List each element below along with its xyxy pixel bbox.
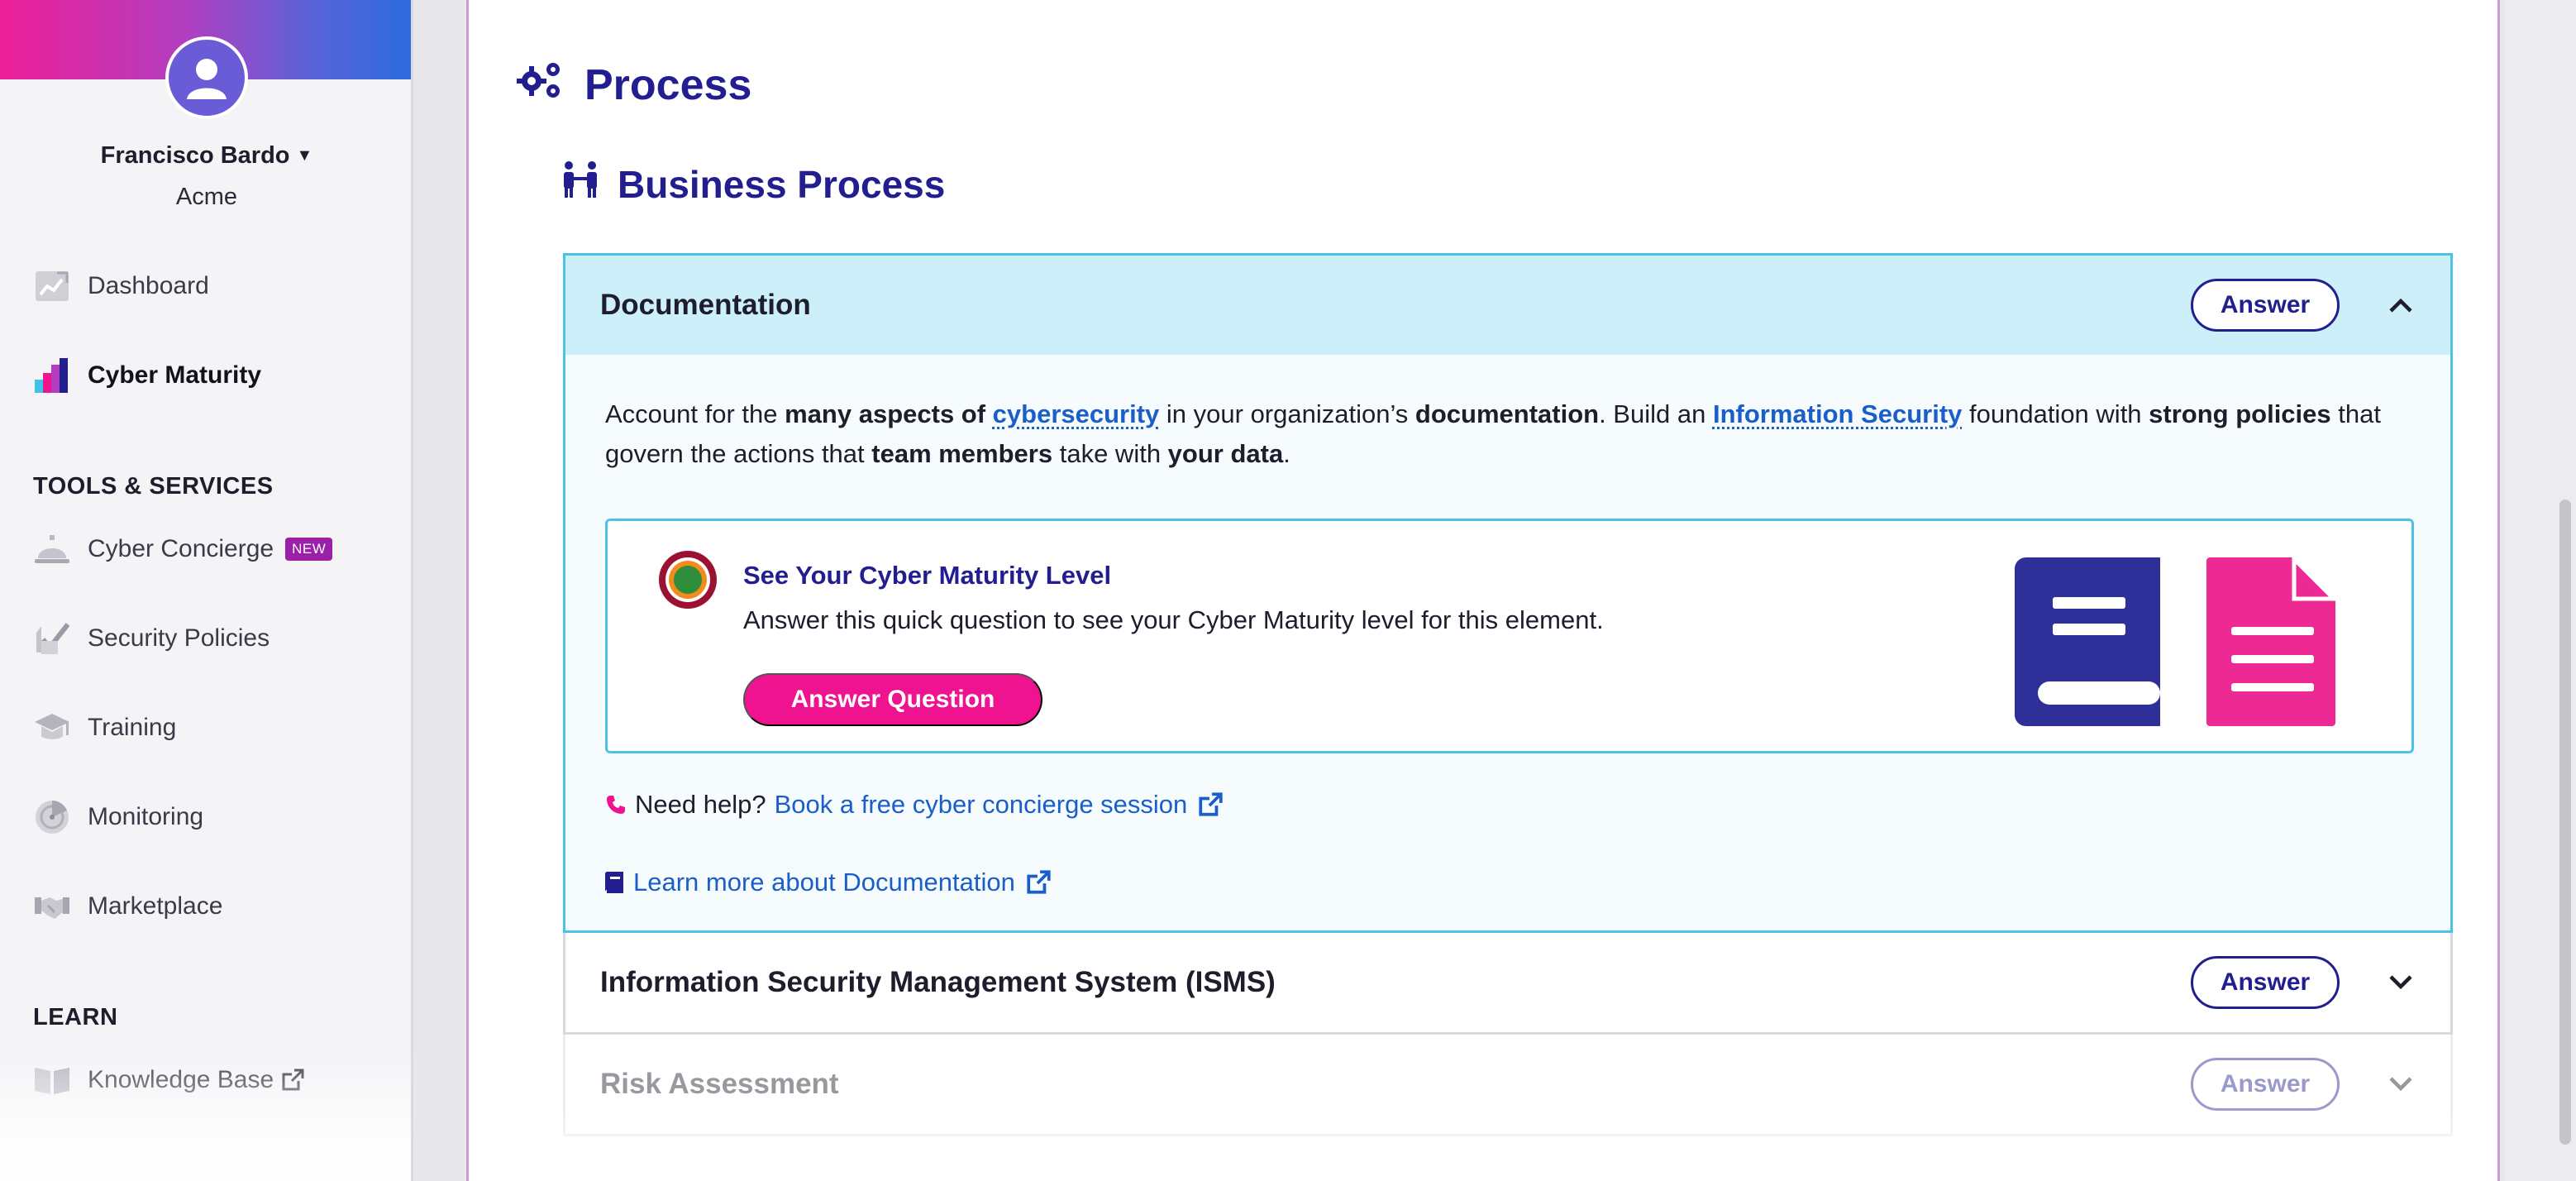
handshake-icon [33, 887, 71, 925]
nav-item-cyber-concierge[interactable]: Cyber Concierge NEW [33, 524, 333, 574]
desc-text: . [1283, 439, 1290, 468]
accordion-title: Risk Assessment [600, 1068, 839, 1100]
external-link-icon [280, 1068, 305, 1093]
caret-down-icon: ▼ [296, 146, 313, 165]
chevron-down-icon[interactable] [2384, 1068, 2417, 1101]
user-menu[interactable]: Francisco Bardo ▼ [0, 142, 411, 170]
desc-text: foundation with [1962, 399, 2149, 428]
nav-label-knowledge-base: Knowledge Base [88, 1066, 274, 1093]
gears-icon [517, 60, 563, 110]
nav-item-cyber-maturity[interactable]: Cyber Maturity [33, 351, 261, 400]
accordion-item-documentation: Documentation Answer Account for the man… [563, 253, 2453, 933]
book-open-icon [33, 1061, 71, 1099]
desc-text: take with [1052, 439, 1168, 468]
book-concierge-session-link[interactable]: Book a free cyber concierge session [775, 790, 1188, 820]
desc-text: Account for the [605, 399, 785, 428]
nav-item-training[interactable]: Training [33, 703, 176, 753]
section-label-tools: TOOLS & SERVICES [33, 473, 274, 500]
maturity-text: Answer this quick question to see your C… [743, 605, 1604, 634]
nav-item-security-policies[interactable]: Security Policies [33, 614, 270, 663]
new-badge: NEW [285, 538, 333, 561]
sidebar: Francisco Bardo ▼ Acme Dashboard Cyber Ma… [0, 0, 413, 1181]
org-name: Acme [175, 184, 238, 210]
learn-more-link[interactable]: Learn more about Documentation [633, 868, 1015, 897]
main-content: Process Business Process Documentation A… [466, 0, 2500, 1181]
page-title: Process [517, 60, 751, 110]
dashboard-icon [33, 267, 71, 305]
nav-item-marketplace[interactable]: Marketplace [33, 882, 222, 931]
answer-button[interactable]: Answer [2191, 279, 2340, 332]
cybersecurity-link[interactable]: cybersecurity [993, 399, 1160, 428]
book-icon [605, 872, 623, 893]
accordion-title: Documentation [600, 289, 811, 321]
nav-label-training: Training [88, 714, 177, 741]
maturity-target-icon [657, 549, 718, 614]
accordion-item-isms: Information Security Management System (… [563, 933, 2453, 1035]
answer-button[interactable]: Answer [2191, 1058, 2340, 1111]
accordion-body: Account for the many aspects of cybersec… [565, 355, 2450, 930]
desc-text: . Build an [1599, 399, 1713, 428]
section-label-learn: LEARN [33, 1004, 118, 1030]
desc-bold: team members [871, 439, 1053, 468]
desc-bold: strong policies [2149, 399, 2331, 428]
chevron-down-icon[interactable] [2384, 966, 2417, 999]
chevron-up-icon[interactable] [2384, 289, 2417, 322]
content-fade [469, 1107, 2497, 1181]
answer-button[interactable]: Answer [2191, 956, 2340, 1009]
accordion-title: Information Security Management System (… [600, 966, 1276, 998]
section-title-text: Business Process [618, 162, 946, 206]
answer-question-button[interactable]: Answer Question [743, 673, 1042, 726]
nav-label-security-policies: Security Policies [88, 624, 270, 652]
user-name: Francisco Bardo [100, 142, 290, 169]
nav-label-cyber-concierge: Cyber Concierge [88, 535, 274, 562]
accordion: Documentation Answer Account for the man… [563, 253, 2453, 1136]
learn-more-row: Learn more about Documentation [605, 868, 2411, 897]
page-title-text: Process [584, 60, 752, 109]
maturity-card: See Your Cyber Maturity Level Answer thi… [605, 519, 2414, 753]
external-link-icon [1197, 791, 1224, 818]
section-title: Business Process [561, 160, 945, 208]
scrollbar-thumb[interactable] [2559, 500, 2571, 1145]
desc-bold: documentation [1414, 399, 1600, 428]
nav-label-monitoring: Monitoring [88, 803, 204, 830]
nav-item-knowledge-base[interactable]: Knowledge Base [33, 1055, 305, 1105]
book-and-document-illustration [2015, 553, 2340, 730]
business-people-icon [561, 160, 599, 208]
information-security-link[interactable]: Information Security [1713, 399, 1962, 428]
graduation-cap-icon [33, 709, 71, 747]
help-row: Need help? Book a free cyber concierge s… [605, 790, 2411, 820]
help-prefix: Need help? [635, 790, 766, 819]
nav-label-cyber-maturity: Cyber Maturity [88, 361, 262, 389]
maturity-title: See Your Cyber Maturity Level [743, 561, 1112, 590]
user-avatar[interactable] [165, 36, 248, 119]
radar-icon [33, 798, 71, 836]
nav-label-dashboard: Dashboard [88, 272, 209, 299]
nav-label-marketplace: Marketplace [88, 892, 223, 920]
external-link-icon [1025, 869, 1052, 896]
accordion-header[interactable]: Documentation Answer [565, 256, 2450, 355]
nav-item-dashboard[interactable]: Dashboard [33, 261, 209, 311]
desc-bold: your data [1167, 439, 1284, 468]
cyber-maturity-icon [33, 356, 71, 394]
phone-icon [605, 794, 627, 815]
documentation-description: Account for the many aspects of cybersec… [605, 394, 2411, 474]
desc-bold: many aspects of [785, 399, 993, 428]
concierge-bell-icon [33, 530, 71, 568]
policies-check-icon [33, 619, 71, 657]
desc-text: in your organization’s [1159, 399, 1415, 428]
nav-item-monitoring[interactable]: Monitoring [33, 792, 203, 842]
user-avatar-icon [187, 59, 227, 99]
accordion-header[interactable]: Information Security Management System (… [565, 933, 2450, 1032]
